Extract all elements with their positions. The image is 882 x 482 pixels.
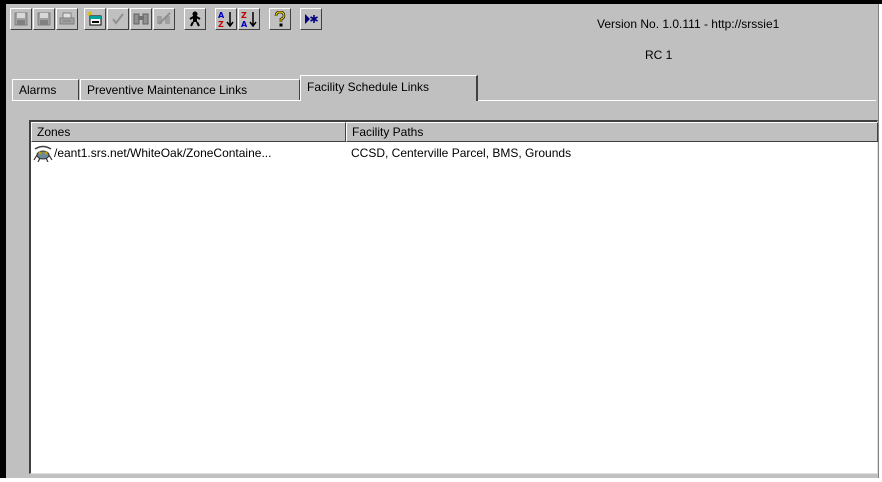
version-label: Version No. 1.0.111 - http://srssie1 bbox=[597, 17, 780, 31]
check-button[interactable] bbox=[107, 8, 129, 30]
column-header-label: Facility Paths bbox=[352, 125, 424, 139]
sort-ascending-icon: A Z bbox=[218, 11, 234, 28]
cancel-binoculars-icon bbox=[157, 12, 171, 25]
find-button[interactable] bbox=[130, 8, 152, 30]
tab-alarms[interactable]: Alarms bbox=[12, 79, 79, 100]
tab-preventive-maintenance-links[interactable]: Preventive Maintenance Links bbox=[80, 79, 300, 100]
svg-text:A: A bbox=[241, 20, 248, 28]
help-button[interactable] bbox=[269, 8, 291, 30]
tab-label: Preventive Maintenance Links bbox=[87, 83, 248, 97]
column-header-zones[interactable]: Zones bbox=[31, 122, 346, 142]
zone-path-cell: /eant1.srs.net/WhiteOak/ZoneContaine... bbox=[54, 146, 272, 160]
tab-label: Facility Schedule Links bbox=[307, 80, 430, 94]
new-item-button[interactable] bbox=[84, 8, 106, 30]
binoculars-icon bbox=[133, 13, 149, 25]
facility-schedule-list[interactable]: Zones Facility Paths /eant1.srs.net/Whit… bbox=[29, 120, 878, 474]
svg-text:A: A bbox=[218, 11, 225, 20]
checkmark-icon bbox=[112, 13, 124, 25]
print-button[interactable] bbox=[56, 8, 78, 30]
sort-ascending-button[interactable]: A Z bbox=[215, 8, 237, 30]
save-all-icon bbox=[37, 12, 51, 26]
clear-find-button[interactable] bbox=[153, 8, 175, 30]
new-record-button[interactable] bbox=[300, 8, 322, 30]
sort-descending-button[interactable]: Z A bbox=[238, 8, 260, 30]
link-person-icon bbox=[189, 11, 201, 27]
svg-text:Z: Z bbox=[241, 11, 247, 20]
tab-label: Alarms bbox=[19, 83, 57, 97]
print-icon bbox=[59, 12, 75, 25]
save-button[interactable] bbox=[10, 8, 32, 30]
tab-facility-schedule-links[interactable]: Facility Schedule Links bbox=[300, 75, 478, 101]
sort-descending-icon: Z A bbox=[241, 11, 257, 28]
column-header-label: Zones bbox=[37, 125, 71, 139]
link-button[interactable] bbox=[184, 8, 206, 30]
column-header-facility-paths[interactable]: Facility Paths bbox=[346, 122, 878, 142]
zone-icon bbox=[33, 145, 53, 162]
new-item-icon bbox=[87, 11, 102, 26]
window-frame-bottom bbox=[0, 478, 882, 482]
new-record-icon bbox=[305, 14, 318, 24]
help-icon bbox=[274, 11, 286, 27]
table-row[interactable]: /eant1.srs.net/WhiteOak/ZoneContaine... … bbox=[31, 144, 878, 162]
save-all-button[interactable] bbox=[33, 8, 55, 30]
list-header: Zones Facility Paths bbox=[31, 122, 878, 142]
save-icon bbox=[14, 12, 28, 26]
facility-path-cell: CCSD, Centerville Parcel, BMS, Grounds bbox=[351, 146, 572, 160]
release-label: RC 1 bbox=[645, 48, 673, 62]
svg-text:Z: Z bbox=[218, 20, 224, 28]
